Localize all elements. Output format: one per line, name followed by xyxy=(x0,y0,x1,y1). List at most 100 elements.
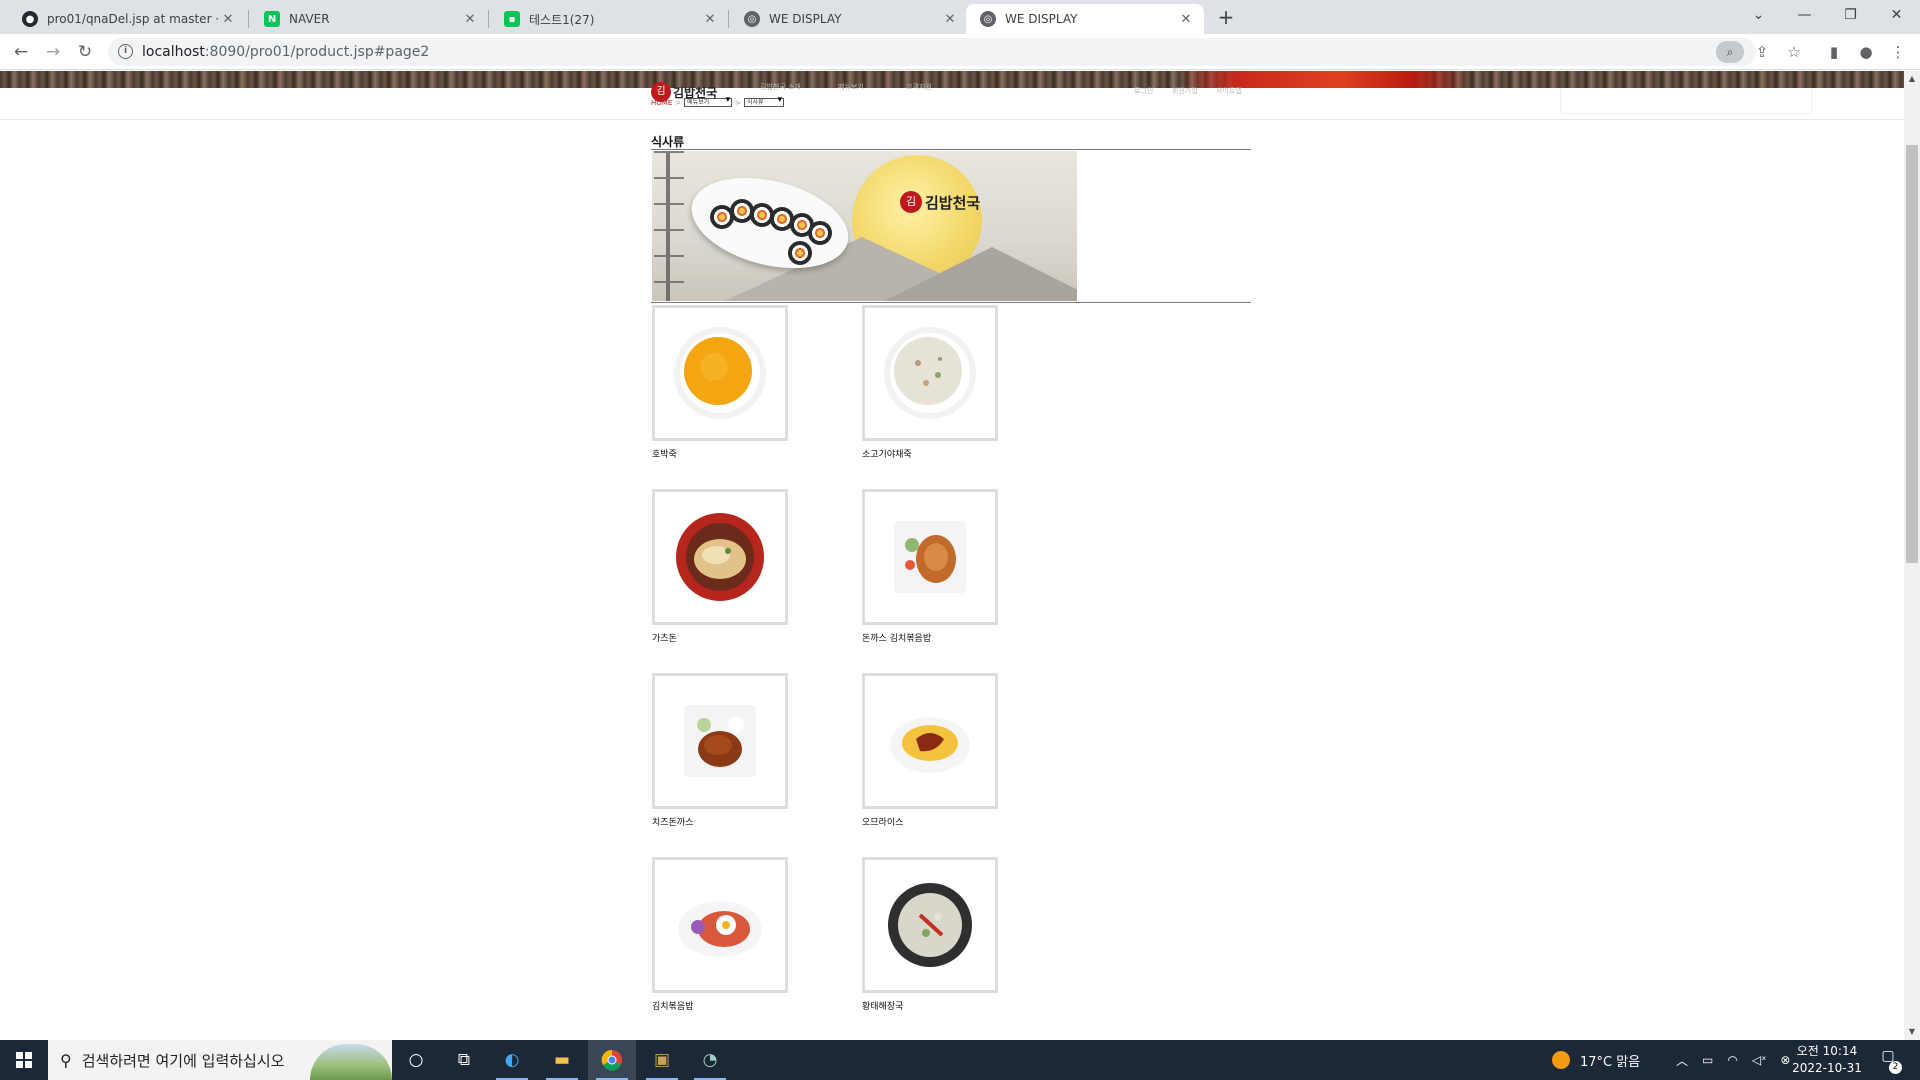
tab-divider xyxy=(728,10,729,28)
util-join-link[interactable]: 회원가입 xyxy=(1172,86,1198,96)
product-card[interactable]: 소고기야채죽 xyxy=(862,305,1002,460)
globe-icon: ◎ xyxy=(980,11,996,27)
profile-avatar-icon[interactable]: ● xyxy=(1854,40,1878,64)
back-button[interactable]: ← xyxy=(9,40,33,64)
header-banner-image xyxy=(0,71,1904,88)
kimchi-fried-rice-icon xyxy=(678,901,762,957)
product-image[interactable] xyxy=(652,673,788,809)
game-app-icon[interactable]: ▣ xyxy=(638,1040,686,1080)
tab-title: WE DISPLAY xyxy=(1005,12,1078,26)
product-image[interactable] xyxy=(652,305,788,441)
product-name[interactable]: 가츠돈 xyxy=(652,631,792,644)
edge-browser-icon[interactable]: ◐ xyxy=(488,1040,536,1080)
gnb-item-support[interactable]: 고객지원 xyxy=(906,82,932,92)
product-card[interactable]: 가츠돈 xyxy=(652,489,792,644)
restore-button[interactable]: ❐ xyxy=(1828,0,1873,30)
system-clock[interactable]: 오전 10:14 2022-10-31 xyxy=(1786,1043,1868,1077)
tab-close-icon[interactable]: ✕ xyxy=(702,12,718,27)
clock-date: 2022-10-31 xyxy=(1792,1061,1862,1075)
tab-search-chevron-icon[interactable]: ⌄ xyxy=(1736,0,1781,30)
new-tab-button[interactable]: + xyxy=(1214,6,1238,30)
notification-center-icon[interactable]: ▢ 2 xyxy=(1876,1048,1902,1074)
scroll-down-arrow-icon[interactable]: ▼ xyxy=(1904,1024,1920,1040)
product-image[interactable] xyxy=(862,857,998,993)
util-sitemap-link[interactable]: 사이트맵 xyxy=(1216,86,1242,96)
util-login-link[interactable]: 로그인 xyxy=(1134,86,1153,96)
wifi-icon[interactable]: ◠ xyxy=(1727,1053,1737,1067)
breadcrumb-select-menu[interactable]: 메뉴보기 xyxy=(684,97,733,107)
tray-chevron-icon[interactable]: ︿ xyxy=(1676,1052,1688,1069)
minimize-button[interactable]: — xyxy=(1782,0,1827,30)
quick-panel xyxy=(1560,88,1812,114)
tab-naver[interactable]: N NAVER ✕ xyxy=(250,4,488,34)
page-viewport: 김 김밥천국 김밥천국 소개 메뉴보기 고객지원 로그인 회원가입 사이트맵 H… xyxy=(0,71,1904,1040)
product-image[interactable] xyxy=(862,305,998,441)
divider xyxy=(651,302,1251,303)
product-card[interactable]: 치즈돈까스 xyxy=(652,673,792,828)
bookmark-star-icon[interactable]: ☆ xyxy=(1782,40,1806,64)
product-name[interactable]: 김치볶음밥 xyxy=(652,999,792,1012)
close-window-button[interactable]: ✕ xyxy=(1874,0,1919,30)
banner-logo-text: 김밥천국 xyxy=(925,193,981,212)
start-button[interactable] xyxy=(0,1040,48,1080)
system-tray: ︿ ▭ ◠ ◁ˣ ⊗ xyxy=(1676,1040,1790,1080)
tab-close-icon[interactable]: ✕ xyxy=(942,12,958,27)
product-name[interactable]: 치즈돈까스 xyxy=(652,815,792,828)
page-scrollbar[interactable]: ▲ ▼ xyxy=(1904,71,1920,1040)
side-panel-icon[interactable]: ▮ xyxy=(1822,40,1846,64)
chrome-icon[interactable] xyxy=(588,1040,636,1080)
product-card[interactable]: 호박죽 xyxy=(652,305,792,460)
reload-button[interactable]: ↻ xyxy=(73,40,97,64)
tab-github[interactable]: ● pro01/qnaDel.jsp at master · ok ✕ xyxy=(8,4,246,34)
forward-button[interactable]: → xyxy=(41,40,65,64)
tab-divider xyxy=(248,10,249,28)
breadcrumb-home[interactable]: HOME xyxy=(651,99,672,107)
gnb-item-menu[interactable]: 메뉴보기 xyxy=(838,82,864,92)
volume-muted-icon[interactable]: ◁ˣ xyxy=(1752,1053,1767,1067)
product-image[interactable] xyxy=(862,673,998,809)
product-name[interactable]: 황태해장국 xyxy=(862,999,1002,1012)
product-name[interactable]: 소고기야채죽 xyxy=(862,447,1002,460)
task-view-icon[interactable]: ⧉ xyxy=(440,1040,488,1080)
browser-toolbar: ← → ↻ i localhost:8090/pro01/product.jsp… xyxy=(0,34,1920,70)
product-name[interactable]: 돈까스 김치볶음밥 xyxy=(862,631,1002,644)
product-image[interactable] xyxy=(862,489,998,625)
product-image[interactable] xyxy=(652,857,788,993)
clock-time: 오전 10:14 xyxy=(1796,1044,1858,1058)
windows-taskbar: ⚲ 검색하려면 여기에 입력하십시오 ○ ⧉ ◐ ▬ ▣ ◔ 17°C 맑음 ︿… xyxy=(0,1040,1920,1080)
tab-close-icon[interactable]: ✕ xyxy=(220,12,236,27)
chrome-logo xyxy=(601,1049,622,1071)
file-explorer-icon[interactable]: ▬ xyxy=(538,1040,586,1080)
zoom-icon[interactable]: ⌕ xyxy=(1716,41,1744,63)
taskbar-search-box[interactable]: ⚲ 검색하려면 여기에 입력하십시오 xyxy=(48,1040,392,1080)
tab-title: pro01/qnaDel.jsp at master · ok xyxy=(47,12,220,26)
address-bar[interactable]: i localhost:8090/pro01/product.jsp#page2 xyxy=(108,38,1756,66)
product-name[interactable]: 오므라이스 xyxy=(862,815,1002,828)
cortana-icon[interactable]: ○ xyxy=(392,1040,440,1080)
tab-close-icon[interactable]: ✕ xyxy=(462,12,478,27)
meet-now-icon[interactable]: ▭ xyxy=(1702,1053,1713,1067)
site-info-icon[interactable]: i xyxy=(118,44,133,59)
product-name[interactable]: 호박죽 xyxy=(652,447,792,460)
product-card[interactable]: 돈까스 김치볶음밥 xyxy=(862,489,1002,644)
product-image[interactable] xyxy=(652,489,788,625)
weather-widget[interactable]: 17°C 맑음 xyxy=(1552,1040,1640,1080)
breadcrumb-select-category[interactable]: 식사류 xyxy=(744,97,784,107)
product-card[interactable]: 김치볶음밥 xyxy=(652,857,792,1012)
naver-icon: N xyxy=(264,11,280,27)
tab-close-icon[interactable]: ✕ xyxy=(1178,12,1194,27)
tab-line[interactable]: ▪ 테스트1(27) ✕ xyxy=(490,4,728,34)
url-text[interactable]: localhost:8090/pro01/product.jsp#page2 xyxy=(142,44,429,60)
scroll-up-arrow-icon[interactable]: ▲ xyxy=(1904,71,1920,87)
product-card[interactable]: 오므라이스 xyxy=(862,673,1002,828)
share-icon[interactable]: ⇪ xyxy=(1750,40,1774,64)
tab-we-display-active[interactable]: ◎ WE DISPLAY ✕ xyxy=(966,4,1204,34)
tab-we-display-1[interactable]: ◎ WE DISPLAY ✕ xyxy=(730,4,968,34)
eclipse-ide-icon[interactable]: ◔ xyxy=(686,1040,734,1080)
browser-menu-icon[interactable]: ⋮ xyxy=(1886,40,1910,64)
gnb-item-about[interactable]: 김밥천국 소개 xyxy=(760,82,801,92)
pumpkin-porridge-icon xyxy=(674,327,766,419)
scrollbar-thumb[interactable] xyxy=(1906,145,1918,563)
kimbap-piece xyxy=(788,241,812,265)
product-card[interactable]: 황태해장국 xyxy=(862,857,1002,1012)
